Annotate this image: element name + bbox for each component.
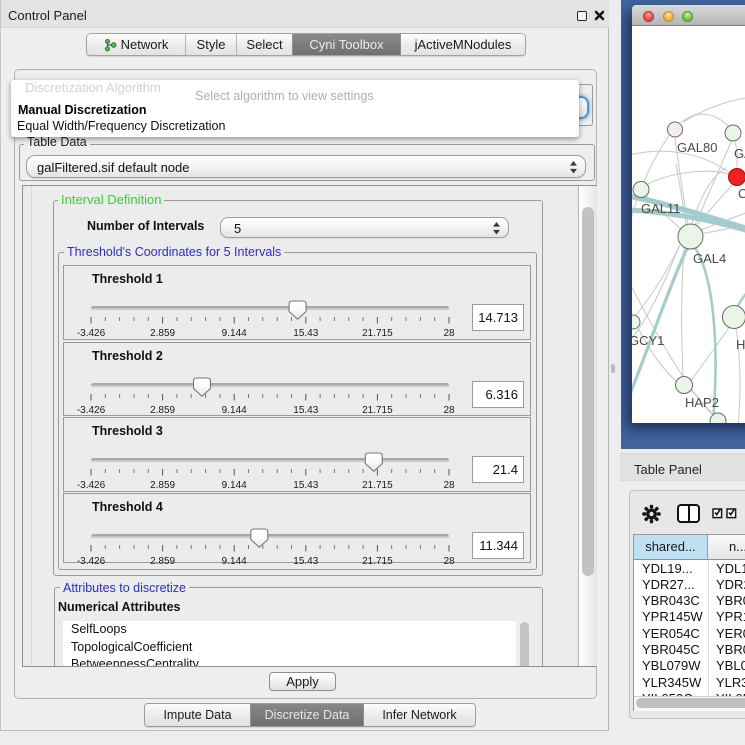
- svg-text:C: C: [738, 186, 745, 201]
- svg-text:9.144: 9.144: [222, 328, 247, 339]
- svg-text:GAL80: GAL80: [677, 140, 717, 155]
- svg-text:HAP2: HAP2: [685, 395, 719, 410]
- svg-text:GAL4: GAL4: [693, 251, 726, 266]
- svg-text:GAL11: GAL11: [641, 201, 681, 216]
- svg-text:GA: GA: [734, 146, 745, 161]
- svg-text:-3.426: -3.426: [77, 328, 106, 339]
- svg-text:H: H: [736, 337, 745, 352]
- svg-text:GCY1: GCY1: [632, 333, 664, 348]
- svg-text:21.715: 21.715: [362, 328, 393, 339]
- svg-text:28: 28: [443, 328, 455, 339]
- svg-text:2.859: 2.859: [150, 328, 175, 339]
- svg-text:15.43: 15.43: [293, 328, 318, 339]
